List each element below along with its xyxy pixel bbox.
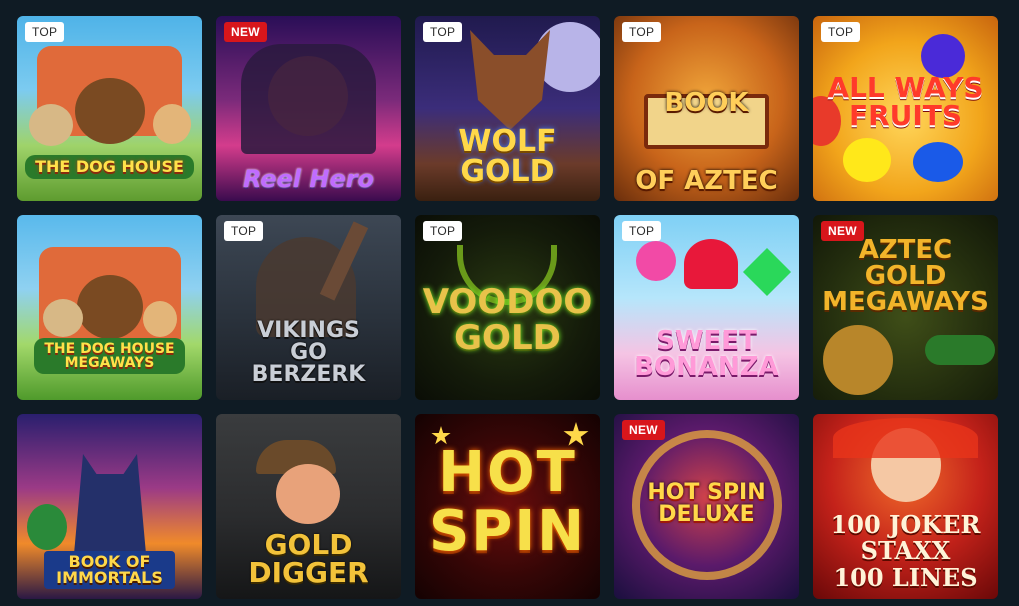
game-tile-sweet-bonanza[interactable]: TOP SWEET BONANZA (614, 215, 799, 400)
game-tile-all-ways-fruits[interactable]: TOP ALL WAYS FRUITS (813, 16, 998, 201)
green-gem-image (742, 247, 792, 297)
game-title: WOLF GOLD (458, 124, 557, 189)
game-title: THE DOG HOUSE (25, 155, 194, 179)
game-title: HOT SPIN (428, 440, 587, 564)
game-tile-hot-spin-deluxe[interactable]: NEW HOT SPIN DELUXE (614, 414, 799, 599)
game-tile-vikings-go-berzerk[interactable]: TOP VIKINGS GO BERZERK (216, 215, 401, 400)
badge-top: TOP (622, 221, 662, 241)
serpent-image (925, 335, 995, 365)
game-title: BOOK OF AZTEC (635, 88, 778, 196)
badge-new: NEW (224, 22, 267, 42)
lemon-image (843, 138, 891, 182)
game-tile-book-of-immortals[interactable]: BOOK OF IMMORTALS (17, 414, 202, 599)
beagle-face-image (153, 104, 191, 144)
dog-face-image (77, 275, 143, 339)
game-title: HOT SPIN DELUXE (647, 480, 766, 527)
heroes-image (241, 44, 376, 154)
badge-top: TOP (224, 221, 264, 241)
plum-image (913, 142, 963, 182)
joker-hat-image (833, 418, 978, 458)
game-title: GOLD DIGGER (248, 528, 369, 589)
game-tile-wolf-gold[interactable]: TOP WOLF GOLD (415, 16, 600, 201)
game-title: THE DOG HOUSE MEGAWAYS (34, 338, 185, 374)
game-tile-reel-hero[interactable]: NEW Reel Hero (216, 16, 401, 201)
beagle-face-image (143, 301, 177, 337)
game-title: VIKINGS GO BERZERK (251, 318, 366, 387)
game-tile-voodoo-gold[interactable]: TOP VOODOO GOLD (415, 215, 600, 400)
badge-top: TOP (423, 221, 463, 241)
badge-top: TOP (821, 22, 861, 42)
game-grid: TOP THE DOG HOUSE NEW Reel Hero TOP WOLF… (17, 16, 998, 599)
game-title: BOOK OF IMMORTALS (44, 551, 175, 589)
game-title: VOODOO GOLD (422, 282, 593, 358)
pug-face-image (43, 299, 83, 337)
game-tile-gold-digger[interactable]: GOLD DIGGER (216, 414, 401, 599)
game-title: Reel Hero (242, 165, 375, 193)
lollipop-image (636, 241, 676, 281)
anubis-image (74, 454, 146, 554)
game-tile-100-joker-staxx[interactable]: 100 JOKER STAXX 100 LINES (813, 414, 998, 599)
horns-left-image (27, 504, 67, 550)
badge-top: TOP (622, 22, 662, 42)
game-tile-the-dog-house-megaways[interactable]: THE DOG HOUSE MEGAWAYS (17, 215, 202, 400)
wolf-head-image (470, 30, 550, 130)
badge-new: NEW (622, 420, 665, 440)
heart-candy-image (684, 239, 738, 289)
dog-face-image (75, 78, 145, 144)
badge-top: TOP (423, 22, 463, 42)
game-title: 100 JOKER STAXX 100 LINES (830, 509, 981, 592)
game-title: SWEET BONANZA (634, 326, 779, 382)
game-title: AZTEC GOLD MEGAWAYS (822, 235, 989, 317)
game-tile-hot-spin[interactable]: HOT SPIN (415, 414, 600, 599)
pug-face-image (29, 104, 73, 146)
miner-face-image (276, 464, 340, 524)
badge-new: NEW (821, 221, 864, 241)
jaguar-image (823, 325, 893, 395)
game-tile-book-of-aztec[interactable]: TOP BOOK OF AZTEC (614, 16, 799, 201)
game-title: ALL WAYS FRUITS (827, 71, 984, 132)
game-tile-aztec-gold-megaways[interactable]: NEW AZTEC GOLD MEGAWAYS (813, 215, 998, 400)
badge-top: TOP (25, 22, 65, 42)
game-tile-the-dog-house[interactable]: TOP THE DOG HOUSE (17, 16, 202, 201)
